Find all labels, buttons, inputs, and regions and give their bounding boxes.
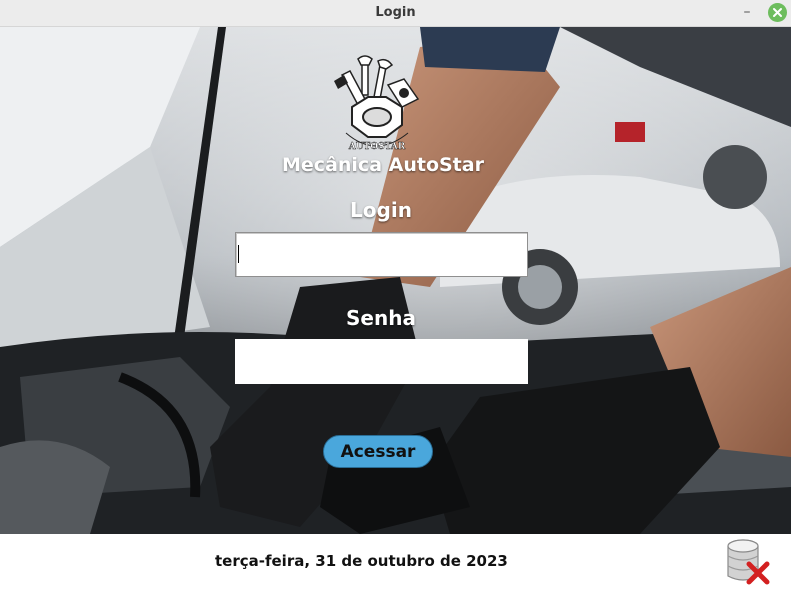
text-caret xyxy=(238,245,239,263)
senha-input[interactable] xyxy=(235,339,528,384)
brand-name: Mecânica AutoStar xyxy=(282,154,484,176)
senha-label: Senha xyxy=(346,306,416,330)
window-titlebar: Login – xyxy=(0,0,791,27)
login-label: Login xyxy=(350,198,412,222)
login-input[interactable] xyxy=(235,232,528,277)
close-icon xyxy=(773,8,782,17)
autostar-logo: AUTOSTAR xyxy=(334,55,420,152)
acessar-button[interactable]: Acessar xyxy=(323,435,433,468)
window-title: Login xyxy=(375,5,416,20)
minimize-button[interactable]: – xyxy=(739,4,755,20)
current-date: terça-feira, 31 de outubro de 2023 xyxy=(215,552,508,570)
database-disconnect-icon[interactable] xyxy=(725,538,771,586)
close-button[interactable] xyxy=(768,3,787,22)
footer: terça-feira, 31 de outubro de 2023 xyxy=(0,534,791,593)
logo-text: AUTOSTAR xyxy=(348,142,406,152)
